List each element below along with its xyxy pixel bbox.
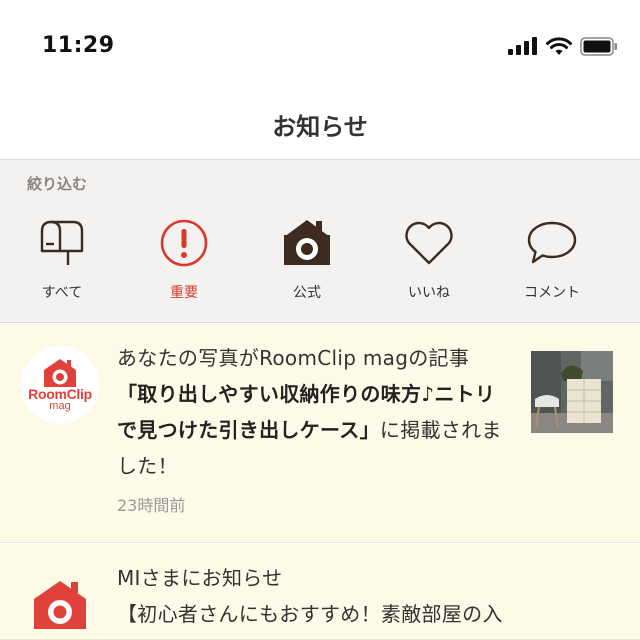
cellular-signal-icon: [508, 37, 537, 55]
avatar: [21, 566, 99, 640]
roomclip-house-icon: [284, 220, 330, 265]
filter-panel: 絞り込む すべて 重要 公式 いいね コメント: [0, 160, 640, 323]
notification-time: 23時間前: [117, 496, 186, 515]
speech-bubble-icon: [527, 221, 577, 264]
avatar-sub: mag: [49, 400, 71, 412]
filter-tab-label: 公式: [293, 285, 321, 301]
avatar: RoomClip mag: [21, 346, 99, 424]
notification-item[interactable]: MIさまにお知らせ 【初心者さんにもおすすめ！素敵部屋の入門: [0, 544, 640, 640]
filter-tab-all[interactable]: すべて: [7, 216, 117, 308]
status-icons: [508, 36, 618, 56]
roomclip-logo-icon: [44, 359, 76, 387]
notification-text: MIさまにお知らせ 【初心者さんにもおすすめ！素敵部屋の入門: [117, 566, 503, 640]
filter-tab-label: コメント: [524, 285, 580, 301]
wifi-icon: [546, 36, 572, 55]
status-bar: 11:29: [0, 0, 640, 80]
heart-icon: [405, 221, 453, 265]
page-title: お知らせ: [272, 113, 368, 141]
filter-tab-official[interactable]: 公式: [252, 216, 362, 308]
filter-tab-comments[interactable]: コメント: [497, 216, 607, 308]
filter-tab-label: 重要: [170, 285, 198, 301]
mailbox-icon: [40, 220, 84, 265]
filter-tab-important[interactable]: 重要: [129, 216, 239, 308]
notification-item[interactable]: RoomClip mag あなたの写真がRoomClip magの記事「取り出し…: [0, 324, 640, 543]
filter-tab-likes[interactable]: いいね: [374, 216, 484, 308]
filter-label: 絞り込む: [27, 175, 88, 193]
status-time: 11:29: [42, 33, 115, 58]
filter-tab-label: いいね: [408, 285, 450, 301]
exclamation-icon: [160, 219, 208, 267]
room-photo: [531, 351, 613, 433]
battery-icon: [580, 36, 617, 56]
photo-thumbnail[interactable]: [531, 351, 613, 433]
nav-bar: お知らせ: [0, 80, 640, 160]
notification-text: あなたの写真がRoomClip magの記事「取り出しやすい収納作りの味方♪ニト…: [117, 346, 502, 478]
filter-tab-label: すべて: [41, 285, 83, 301]
roomclip-house-icon: [34, 581, 86, 629]
